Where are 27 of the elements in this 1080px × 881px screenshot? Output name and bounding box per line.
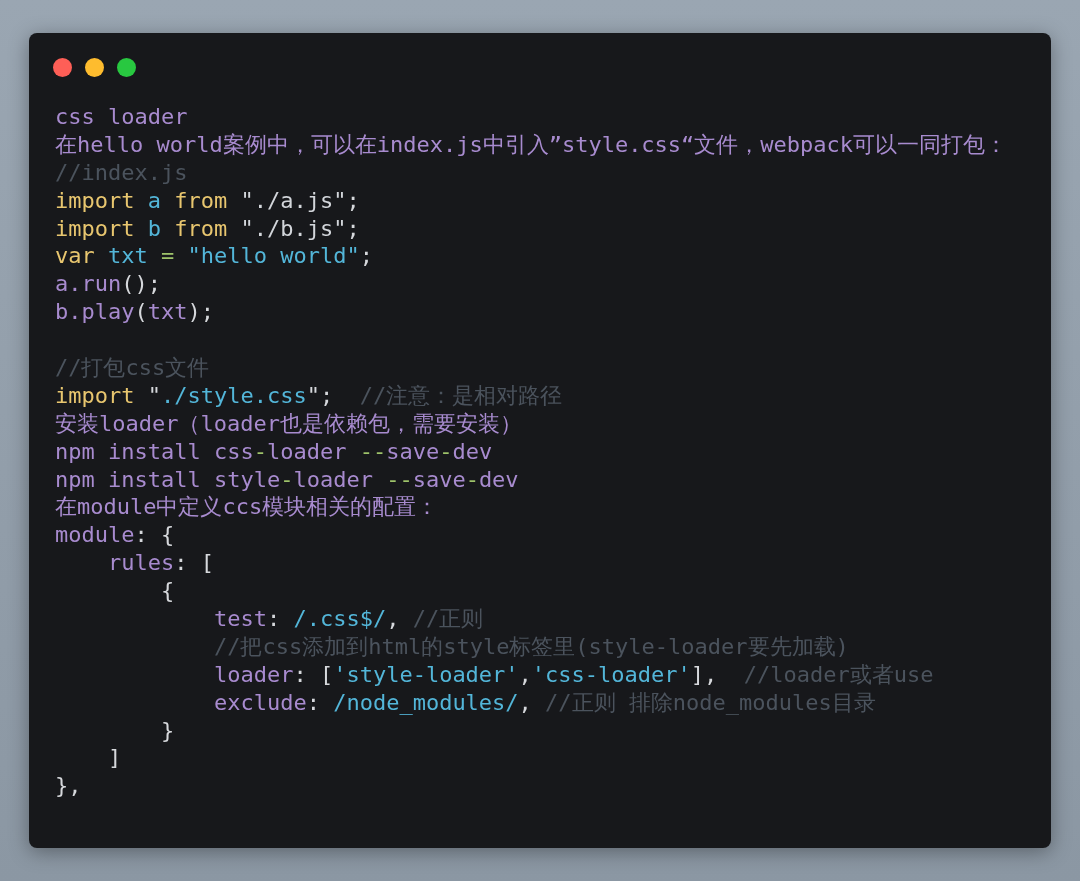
code-line: //打包css文件	[55, 354, 210, 382]
code-line: module: {	[55, 521, 175, 550]
code-line: npm install css-loader --save-dev	[55, 437, 493, 466]
code-line: //index.js	[55, 158, 188, 187]
code-line: exclude: /node_modules/, //正则 排除node_modules目录	[212, 688, 876, 717]
code-line: import a from "./a.js";	[55, 186, 360, 215]
code-line: //把css添加到html的style标签里(style-loader要先加载)	[212, 632, 849, 661]
code-line: a.run();	[55, 270, 161, 299]
code-line: test: /.css$/, //正则	[212, 605, 484, 633]
code-line: {	[159, 577, 175, 606]
code-line: var txt = "hello world";	[55, 242, 373, 271]
code-line: 在module中定义ccs模块相关的配置：	[55, 493, 439, 522]
code-line: rules: [	[106, 549, 214, 578]
code-line: css loader	[55, 103, 188, 131]
code-line: import "./style.css"; //注意：是相对路径	[55, 381, 563, 410]
code-line: npm install style-loader --save-dev	[55, 465, 519, 494]
close-button[interactable]	[53, 57, 72, 77]
zoom-button[interactable]	[117, 57, 136, 77]
code-line: 在hello world案例中，可以在index.js中引入”style.css“文件，webpack可以一同打包：	[55, 130, 1008, 159]
code-line: b.play(txt);	[55, 298, 214, 327]
code-line: loader: ['style-loader','css-loader'], //loader或者use	[212, 660, 934, 689]
code-line: },	[55, 772, 82, 801]
code-line: 安装loader（loader也是依赖包，需要安装）	[55, 409, 522, 438]
code-line: import b from "./b.js";	[55, 214, 360, 243]
minimize-button[interactable]	[85, 57, 104, 77]
code-line: ]	[106, 744, 122, 773]
code-line: }	[159, 716, 175, 745]
